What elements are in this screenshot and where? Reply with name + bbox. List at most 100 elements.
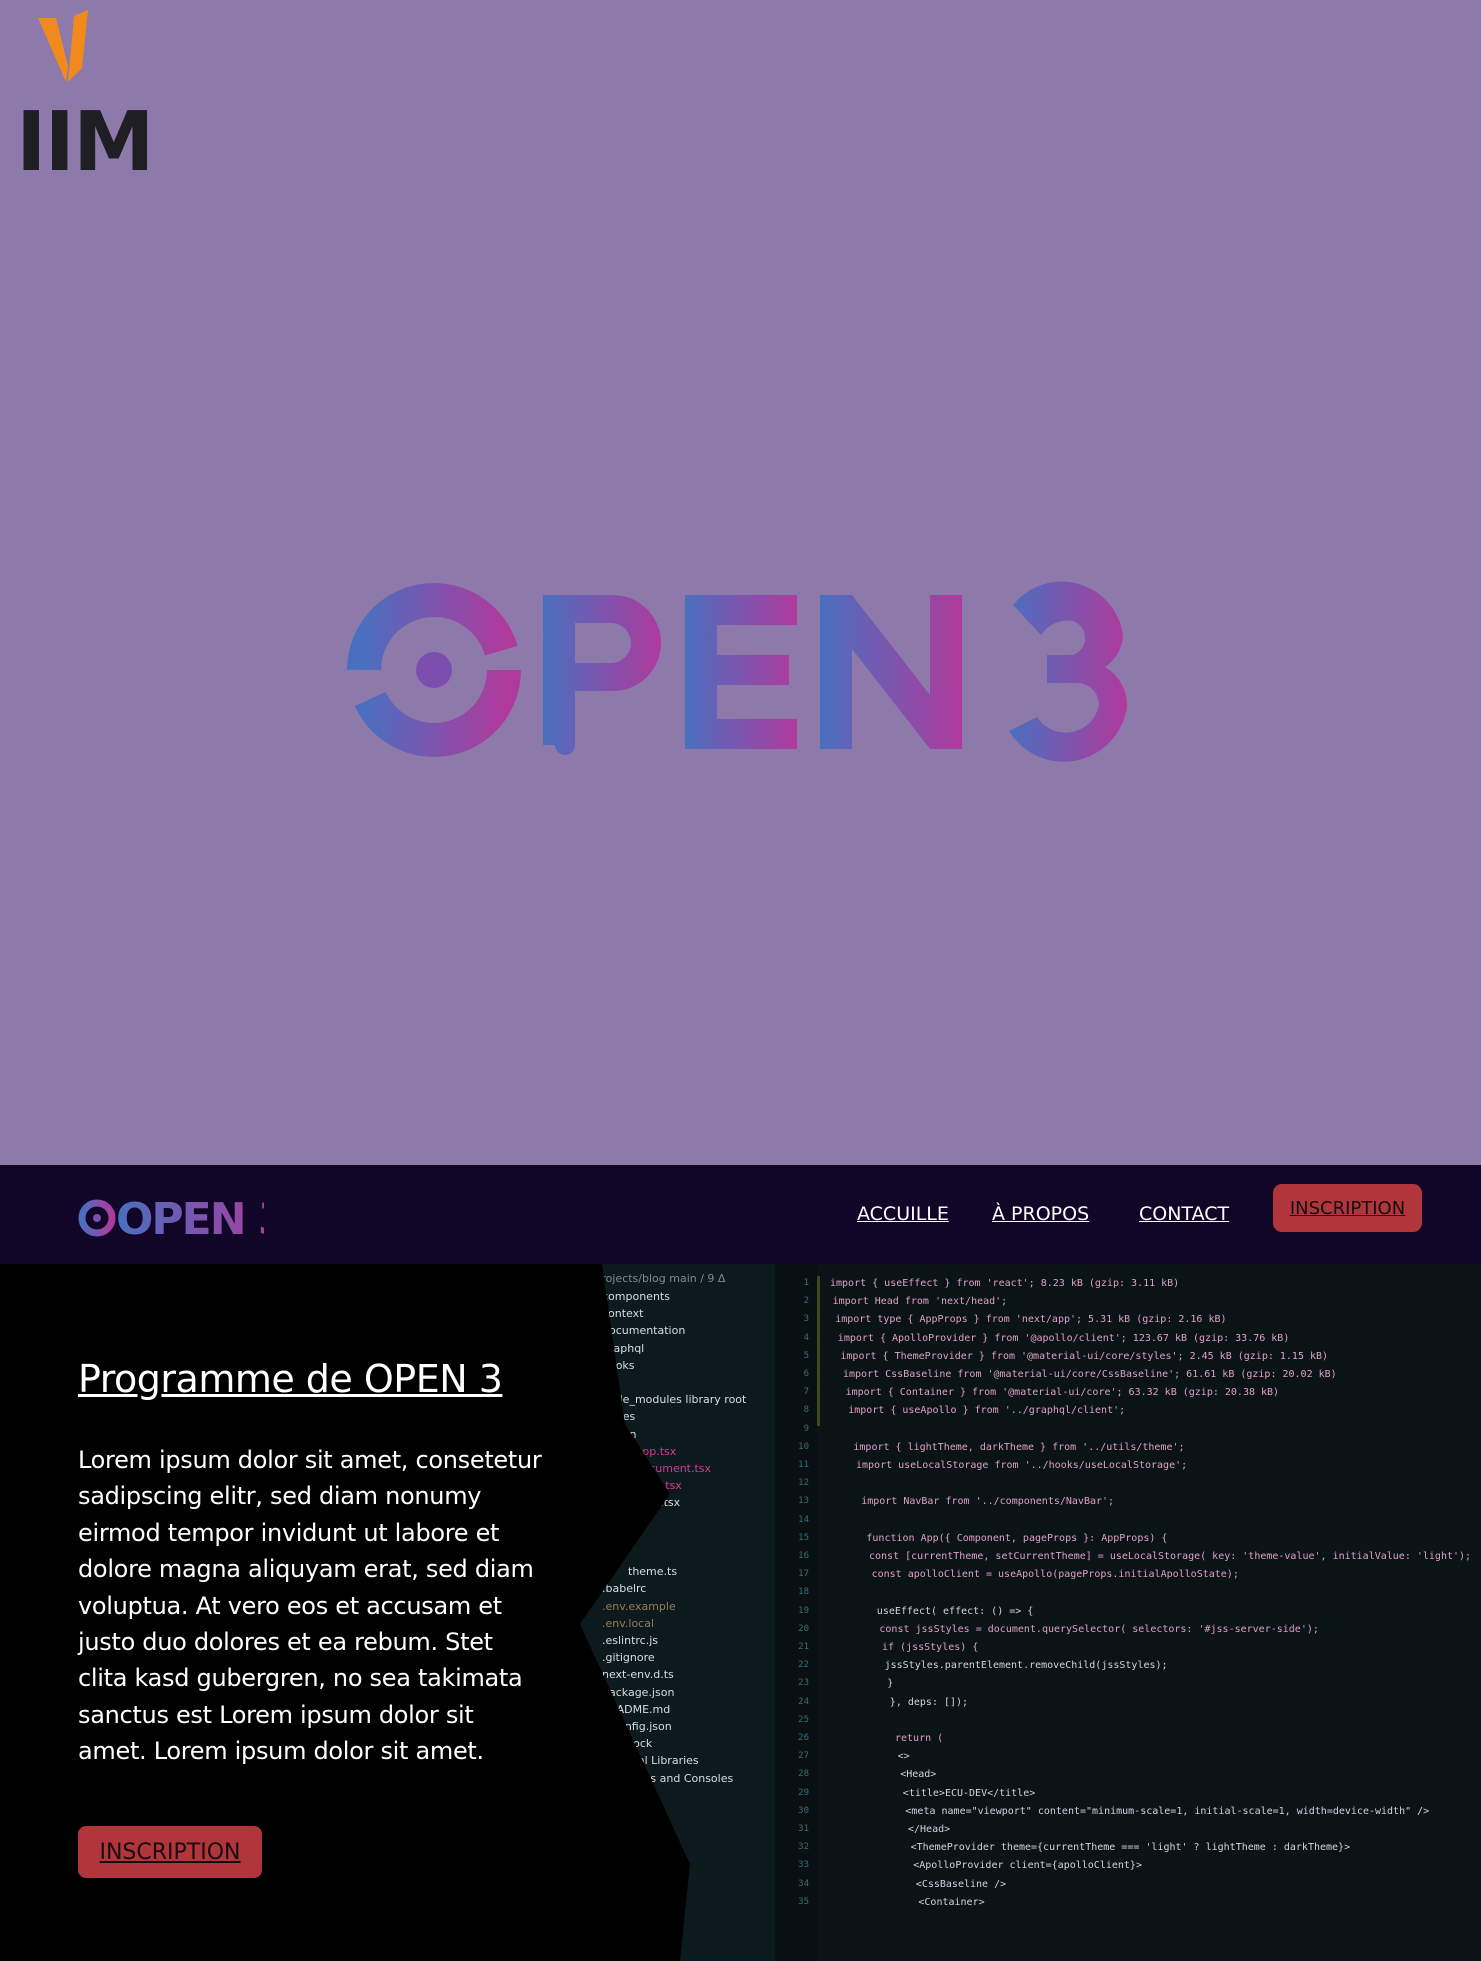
line-number: 32 — [798, 1842, 809, 1853]
line-number: 3 — [803, 1314, 809, 1325]
line-number: 33 — [798, 1860, 809, 1871]
file-tree-header: ~/Projects/blog main / 9 Δ — [582, 1272, 726, 1285]
file-tree-item: admin — [602, 1427, 637, 1441]
line-number: 10 — [798, 1441, 809, 1452]
file-tree: ~/Projects/blog main / 9 Δ components cont… — [580, 1264, 775, 1961]
program-section: ~/Projects/blog main / 9 Δ components cont… — [0, 1264, 1481, 1961]
line-number: 11 — [798, 1460, 809, 1470]
code-line: import { ThemeProvider } from '@material… — [840, 1350, 1329, 1362]
code-line: }, deps: []); — [889, 1696, 969, 1708]
file-tree-item: .eslintrc.js — [602, 1634, 659, 1647]
line-number: 28 — [798, 1769, 809, 1780]
iim-logo[interactable]: IIM — [16, 10, 156, 184]
file-tree-item: public — [602, 1513, 636, 1527]
file-tree-item: context — [602, 1307, 644, 1321]
line-number: 27 — [798, 1751, 809, 1762]
brand-letter-e — [685, 595, 797, 749]
nav-link-a-propos[interactable]: À PROPOS — [992, 1203, 1089, 1225]
file-tree-item: pages — [602, 1410, 636, 1424]
line-number-gutter: 1 2 3 4 5 6 7 8 9 10 11 12 13 14 15 16 17 18 19 20 21 22 23 24 2… — [775, 1264, 817, 1961]
nav-inscription-button[interactable]: INSCRIPTION — [1273, 1184, 1422, 1232]
brand-letter-p — [543, 595, 661, 755]
code-line: import { useEffect } from 'react'; 8.23 … — [830, 1278, 1180, 1289]
line-number: 25 — [798, 1714, 809, 1725]
file-tree-item: .env.example — [602, 1599, 676, 1613]
line-number: 16 — [798, 1551, 809, 1561]
code-line: <Head> — [900, 1769, 937, 1781]
main-navbar: OPEN 3 ACCUILLE À PROPOS CONTACT INSCRIP… — [0, 1165, 1481, 1264]
brand-o-dot — [416, 652, 452, 688]
code-line: } — [887, 1678, 894, 1690]
file-tree-item: _document.tsx — [630, 1462, 712, 1475]
line-number: 2 — [803, 1296, 809, 1307]
nav-link-accueil[interactable]: ACCUILLE — [857, 1203, 949, 1225]
code-line: if (jssStyles) { — [882, 1642, 979, 1653]
code-line: <ApolloProvider client={apolloClient}> — [913, 1860, 1142, 1872]
code-line: import type { AppProps } from 'next/app'… — [835, 1314, 1227, 1326]
code-line: const [currentTheme, setCurrentTheme] = … — [869, 1551, 1472, 1562]
open3-hero-logo — [347, 581, 1128, 762]
line-number: 31 — [798, 1824, 809, 1834]
file-tree-item: documentation — [602, 1324, 686, 1338]
code-line: import NavBar from '../components/NavBar… — [861, 1496, 1115, 1508]
line-number: 1 — [803, 1278, 809, 1288]
file-tree-item: components — [602, 1290, 670, 1303]
line-number: 23 — [798, 1678, 809, 1689]
code-line: <> — [897, 1751, 910, 1763]
hero-section: IIM — [0, 0, 1481, 1165]
line-number: 19 — [798, 1605, 809, 1616]
file-tree-item: tests — [602, 1530, 629, 1544]
line-number: 24 — [798, 1696, 809, 1707]
code-line: return ( — [895, 1733, 944, 1744]
file-tree-item: utils — [602, 1548, 626, 1561]
nav-link-contact[interactable]: CONTACT — [1139, 1203, 1229, 1225]
file-tree-item: package.json — [602, 1685, 675, 1699]
nav-brand-text: OPEN 3 — [116, 1194, 264, 1243]
program-inscription-button[interactable]: INSCRIPTION — [78, 1826, 262, 1878]
code-line: <CssBaseline /> — [915, 1878, 1007, 1890]
open3-nav-logo[interactable]: OPEN 3 — [78, 1193, 264, 1243]
file-tree-item: index.tsx — [630, 1496, 681, 1510]
gutter-change-marker — [817, 1276, 820, 1426]
file-tree-item: README.md — [602, 1702, 671, 1716]
line-number: 13 — [798, 1496, 809, 1507]
file-tree-item: .babelrc — [602, 1582, 647, 1596]
program-description: Lorem ipsum dolor sit amet, consetetur s… — [78, 1446, 542, 1766]
file-tree-item: hooks — [602, 1358, 635, 1372]
file-tree-item: _app.tsx — [630, 1444, 677, 1458]
line-number: 29 — [798, 1787, 809, 1798]
file-tree-item: .env.local — [602, 1616, 655, 1630]
code-line: <title>ECU-DEV</title> — [902, 1787, 1036, 1799]
program-title[interactable]: Programme de OPEN 3 — [78, 1357, 503, 1401]
line-number: 5 — [803, 1350, 809, 1361]
brand-letter-n — [820, 595, 962, 749]
file-tree-item: graphql — [602, 1341, 645, 1355]
line-number: 35 — [798, 1896, 809, 1907]
line-number: 26 — [798, 1733, 809, 1743]
code-line: const apolloClient = useApollo(pageProps… — [871, 1569, 1239, 1581]
code-line: import useLocalStorage from '../hooks/us… — [856, 1460, 1188, 1471]
line-number: 14 — [798, 1514, 809, 1525]
line-number: 21 — [798, 1642, 809, 1652]
line-number: 6 — [803, 1369, 809, 1379]
file-tree-item: next-env.d.ts — [602, 1668, 674, 1682]
file-tree-item: node_modules library root — [602, 1393, 747, 1407]
code-line: useEffect( effect: () => { — [876, 1605, 1034, 1617]
code-line: <Container> — [918, 1896, 985, 1908]
line-number: 34 — [798, 1878, 809, 1889]
code-line: import CssBaseline from '@material-ui/co… — [843, 1369, 1337, 1380]
file-tree-item: yarn.lock — [602, 1737, 653, 1751]
code-line: </Head> — [908, 1824, 951, 1835]
code-line: import { useApollo } from '../graphql/cl… — [848, 1405, 1126, 1417]
line-number: 30 — [798, 1805, 809, 1816]
code-line: import { ApolloProvider } from '@apollo/… — [837, 1332, 1290, 1344]
code-line: import { lightTheme, darkTheme } from '.… — [853, 1441, 1185, 1453]
code-line: function App({ Component, pageProps }: A… — [866, 1532, 1168, 1544]
line-number: 8 — [803, 1405, 809, 1416]
line-number: 22 — [798, 1660, 809, 1671]
file-tree-item: about.tsx — [630, 1479, 682, 1493]
iim-v-mark-icon — [38, 10, 88, 82]
line-number: 4 — [803, 1332, 809, 1343]
file-tree-item: lib — [602, 1376, 616, 1389]
line-number: 15 — [798, 1532, 809, 1543]
